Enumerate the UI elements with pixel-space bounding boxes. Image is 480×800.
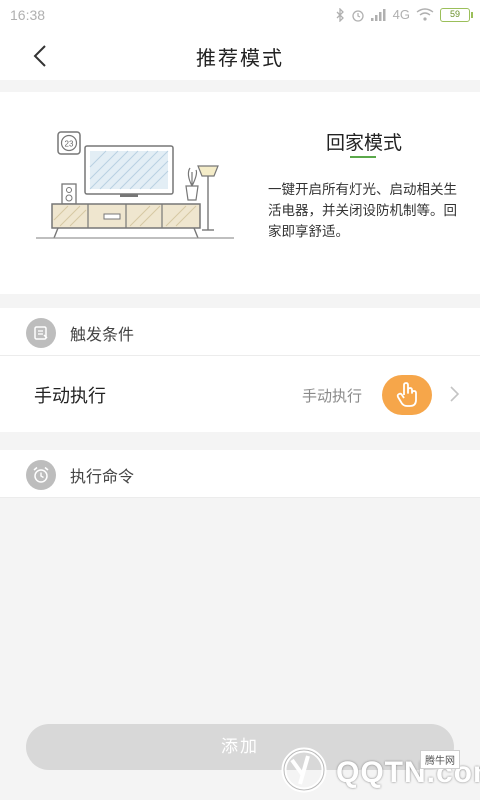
mode-description: 一键开启所有灯光、启动相关生活电器，并关闭设防机制等。回家即享舒适。 xyxy=(268,182,457,240)
brand-logo xyxy=(281,747,327,793)
command-section-label: 执行命令 xyxy=(70,467,135,486)
mode-title: 回家模式 xyxy=(325,132,402,154)
checklist-icon xyxy=(26,318,56,348)
wifi-icon xyxy=(416,8,434,21)
chevron-right-icon xyxy=(450,386,460,402)
page-title: 推荐模式 xyxy=(196,46,284,70)
mode-hero-card: 23 回家模式 一键开启所有灯光、启动相关生活电器，并关闭设防机制等。回家即享舒… xyxy=(0,92,480,294)
watermark-tag: 腾牛网 xyxy=(420,750,460,769)
alarm-clock-icon xyxy=(26,460,56,490)
site-watermark: QQTN.com 腾牛网 xyxy=(278,744,480,796)
signal-icon xyxy=(370,8,386,21)
network-type: 4G xyxy=(392,7,410,22)
alarm-icon xyxy=(352,9,364,22)
status-bar: 16:38 4G 59 xyxy=(0,0,480,32)
trigger-section: 触发条件 手动执行 手动执行 xyxy=(0,308,480,432)
nav-bar: 推荐模式 xyxy=(0,32,480,80)
bluetooth-icon xyxy=(336,7,344,22)
hand-tap-icon xyxy=(382,375,432,415)
manual-execute-row[interactable]: 手动执行 手动执行 xyxy=(0,356,480,432)
trigger-section-header: 触发条件 xyxy=(0,308,480,356)
living-room-illustration: 23 xyxy=(36,131,234,239)
trigger-section-label: 触发条件 xyxy=(70,325,135,344)
command-section: 执行命令 xyxy=(0,450,480,498)
trigger-row-value: 手动执行 xyxy=(301,387,362,405)
clock-reading: 23 xyxy=(65,140,74,149)
trigger-row-label: 手动执行 xyxy=(34,386,106,407)
status-indicators: 4G 59 xyxy=(335,7,473,22)
mode-title-underline xyxy=(350,156,376,158)
battery-indicator: 59 xyxy=(440,7,473,22)
command-section-header: 执行命令 xyxy=(0,450,480,498)
status-time: 16:38 xyxy=(10,7,46,23)
